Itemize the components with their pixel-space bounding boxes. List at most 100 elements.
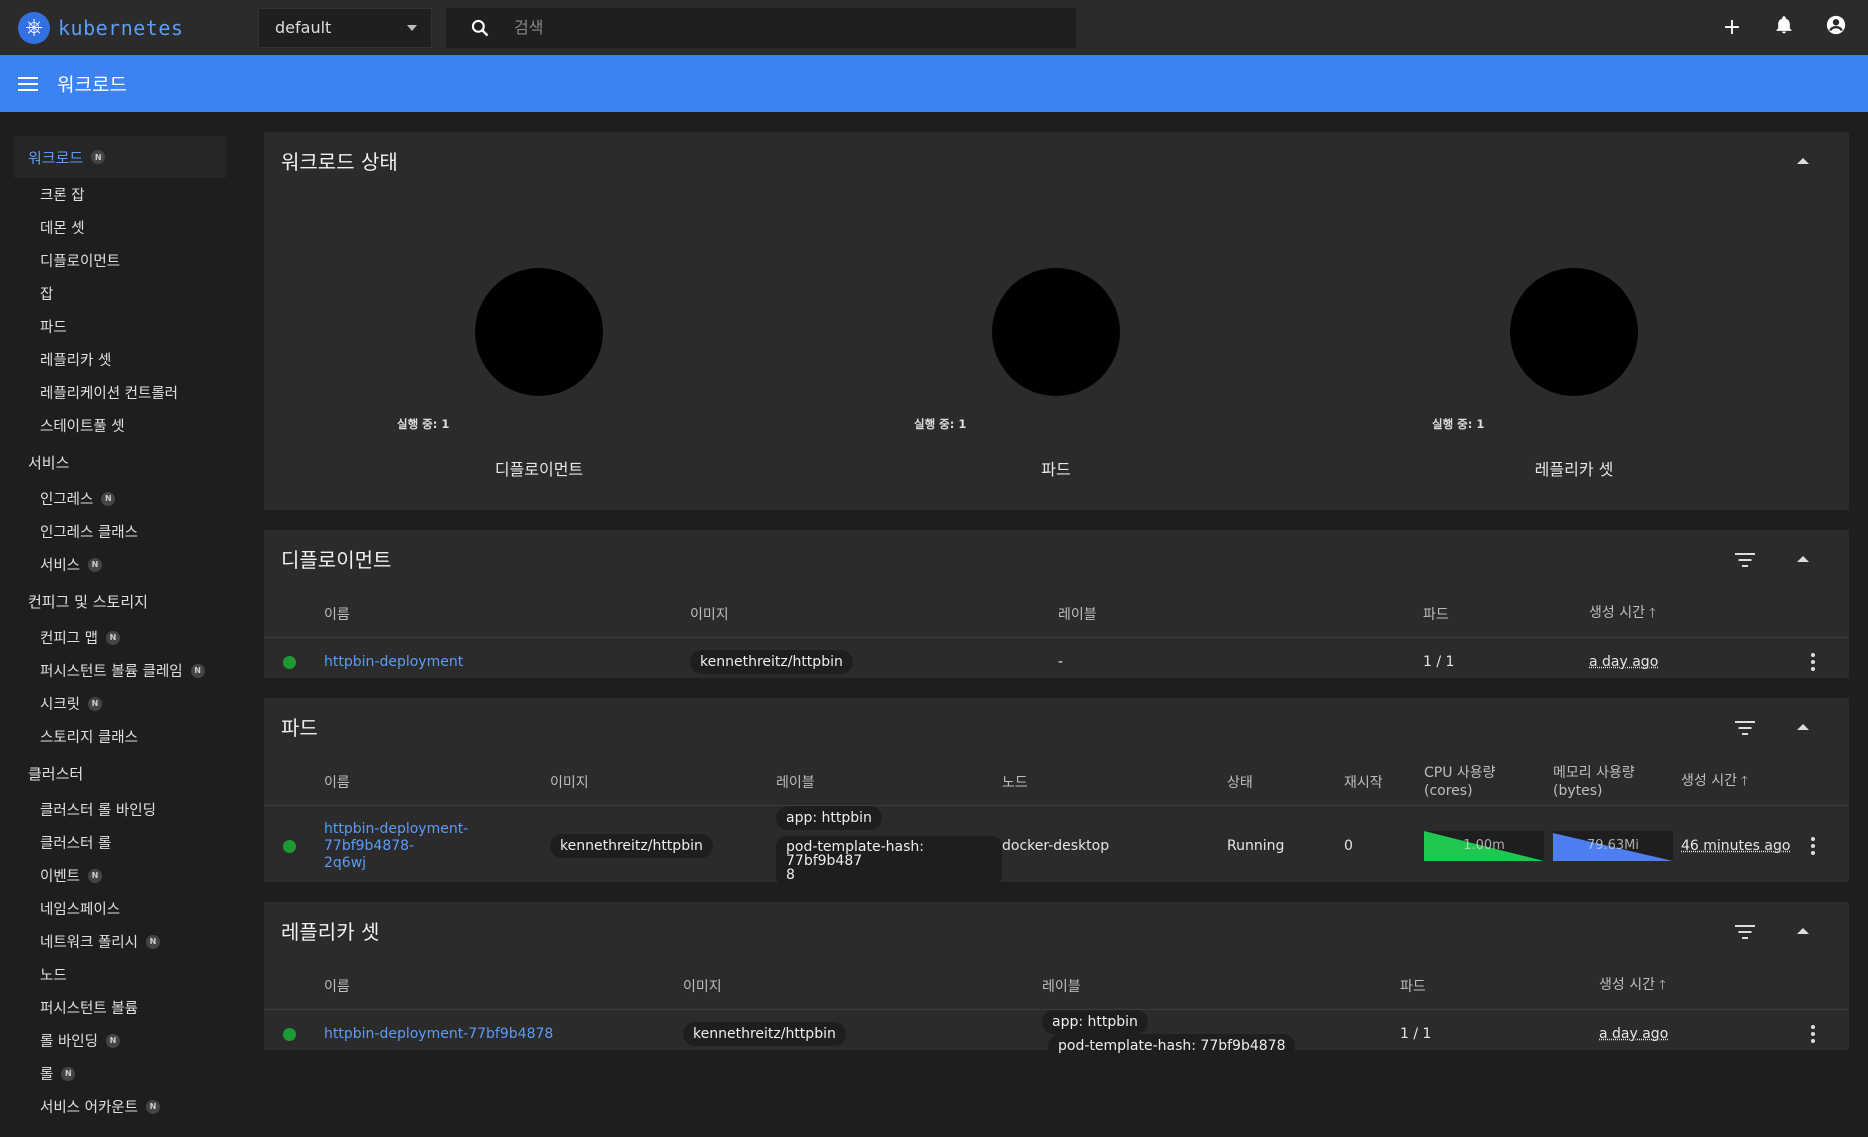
sidebar-group-cluster[interactable]: 클러스터 bbox=[0, 753, 240, 793]
namespaced-badge: N bbox=[61, 1066, 76, 1081]
sidebar-item-storageclasses[interactable]: 스토리지 클래스 bbox=[0, 720, 240, 753]
column-name[interactable]: 이름 bbox=[324, 760, 550, 805]
card-title: 레플리카 셋 bbox=[281, 920, 380, 944]
search-box bbox=[446, 7, 1076, 48]
sidebar-item-clusterrolebindings[interactable]: 클러스터 롤 바인딩 bbox=[0, 793, 240, 826]
sidebar-item-persistentvolumes[interactable]: 퍼시스턴트 볼륨 bbox=[0, 991, 240, 1024]
caret-down-icon bbox=[407, 24, 417, 31]
namespace-select[interactable]: default bbox=[258, 7, 432, 48]
column-status[interactable]: 상태 bbox=[1227, 760, 1344, 805]
chart-legend: 실행 중: 1 bbox=[397, 417, 450, 431]
label-chip: pod-template-hash: 77bf9b4878 bbox=[1048, 1034, 1296, 1059]
sidebar-item-rolebindings[interactable]: 롤 바인딩 N bbox=[0, 1024, 240, 1057]
created-age: a day ago bbox=[1599, 1026, 1669, 1043]
sidebar-group-config[interactable]: 컨피그 및 스토리지 bbox=[0, 581, 240, 621]
namespaced-badge: N bbox=[88, 696, 103, 711]
filter-icon[interactable] bbox=[1735, 721, 1755, 735]
sidebar-item-jobs[interactable]: 잡 bbox=[0, 277, 240, 310]
namespaced-badge: N bbox=[91, 150, 106, 164]
sidebar-item-secrets[interactable]: 시크릿 N bbox=[0, 687, 240, 720]
memory-value: 79.63Mi bbox=[1586, 838, 1640, 854]
table-row: httpbin-deployment-77bf9b4878 kennethrei… bbox=[264, 1009, 1849, 1059]
deployment-name-link[interactable]: httpbin-deployment bbox=[324, 654, 463, 670]
column-created[interactable]: 생성 시간 🡑 bbox=[1599, 964, 1799, 1009]
notifications-bell-icon[interactable] bbox=[1772, 14, 1796, 42]
replicasets-card: 레플리카 셋 이름 이미지 레이블 파드 생성 시간 🡑 httpbin-depl… bbox=[264, 902, 1849, 1059]
column-created[interactable]: 생성 시간 🡑 bbox=[1589, 592, 1799, 637]
sidebar-item-replicationcontrollers[interactable]: 레플리케이션 컨트롤러 bbox=[0, 376, 240, 409]
collapse-icon[interactable] bbox=[1797, 724, 1809, 730]
labels-value: - bbox=[1058, 654, 1064, 671]
sidebar-item-clusterroles[interactable]: 클러스터 롤 bbox=[0, 826, 240, 859]
sidebar-group-services[interactable]: 서비스 bbox=[0, 442, 240, 482]
status-running-icon bbox=[283, 655, 296, 669]
sidebar-group-workloads[interactable]: 워크로드 N bbox=[14, 136, 226, 178]
created-age: 46 minutes ago bbox=[1681, 838, 1791, 855]
collapse-icon[interactable] bbox=[1797, 158, 1809, 164]
collapse-icon[interactable] bbox=[1797, 556, 1809, 562]
column-labels: 레이블 bbox=[776, 775, 815, 792]
donut-chart bbox=[992, 268, 1120, 396]
sidebar-item-deployments[interactable]: 디플로이먼트 bbox=[0, 244, 240, 277]
sidebar: 워크로드 N 크론 잡 데몬 셋 디플로이먼트 잡 파드 레플리카 셋 레플리케이… bbox=[0, 112, 240, 1137]
column-restarts[interactable]: 재시작 bbox=[1344, 760, 1424, 805]
sidebar-item-serviceaccounts[interactable]: 서비스 어카운트 N bbox=[0, 1090, 240, 1123]
label-chip: app: httpbin bbox=[1042, 1010, 1148, 1035]
memory-sparkline: 79.63Mi bbox=[1553, 831, 1673, 862]
column-created[interactable]: 생성 시간 🡑 bbox=[1681, 760, 1799, 805]
sidebar-item-pods[interactable]: 파드 bbox=[0, 310, 240, 343]
filter-icon[interactable] bbox=[1735, 553, 1755, 567]
workload-status-card: 워크로드 상태 실행 중: 1 디플로이먼트 실행 중: 1 파드 실행 중: … bbox=[264, 132, 1849, 510]
column-name[interactable]: 이름 bbox=[324, 592, 690, 637]
add-icon[interactable]: + bbox=[1720, 15, 1744, 40]
sidebar-item-statefulsets[interactable]: 스테이트풀 셋 bbox=[0, 409, 240, 442]
menu-icon[interactable] bbox=[18, 76, 38, 91]
namespaced-badge: N bbox=[101, 491, 116, 506]
collapse-icon[interactable] bbox=[1797, 928, 1809, 934]
sidebar-item-events[interactable]: 이벤트 N bbox=[0, 859, 240, 892]
more-vert-icon[interactable] bbox=[1811, 837, 1815, 856]
pod-name-link[interactable]: httpbin-deployment-77bf9b4878- 2q6wj bbox=[324, 821, 468, 871]
sidebar-item-networkpolicies[interactable]: 네트워크 폴리시 N bbox=[0, 925, 240, 958]
account-circle-icon[interactable] bbox=[1824, 14, 1848, 42]
pods-count: 1 / 1 bbox=[1423, 654, 1455, 671]
sidebar-item-roles[interactable]: 롤N bbox=[0, 1057, 240, 1090]
sidebar-item-cronjobs[interactable]: 크론 잡 bbox=[0, 178, 240, 211]
top-bar: ⎈ kubernetes default + bbox=[0, 0, 1868, 55]
sidebar-item-namespaces[interactable]: 네임스페이스 bbox=[0, 892, 240, 925]
sidebar-item-ingressclasses[interactable]: 인그레스 클래스 bbox=[0, 515, 240, 548]
column-name[interactable]: 이름 bbox=[324, 964, 683, 1009]
sidebar-item-configmaps[interactable]: 컨피그 맵N bbox=[0, 621, 240, 654]
more-vert-icon[interactable] bbox=[1811, 653, 1815, 672]
sidebar-item-nodes[interactable]: 노드 bbox=[0, 958, 240, 991]
more-vert-icon[interactable] bbox=[1811, 1025, 1815, 1044]
cpu-sparkline: 1.00m bbox=[1424, 831, 1544, 862]
column-node[interactable]: 노드 bbox=[1002, 760, 1227, 805]
page-title: 워크로드 bbox=[57, 74, 127, 96]
column-pods: 파드 bbox=[1400, 979, 1426, 996]
top-actions: + bbox=[1720, 0, 1848, 55]
card-title: 파드 bbox=[281, 716, 318, 740]
sidebar-item-services[interactable]: 서비스 N bbox=[0, 548, 240, 581]
column-cpu: CPU 사용량 (cores) bbox=[1424, 765, 1496, 800]
search-input[interactable] bbox=[514, 18, 1014, 37]
logo-text: kubernetes bbox=[58, 15, 184, 40]
sidebar-item-daemonsets[interactable]: 데몬 셋 bbox=[0, 211, 240, 244]
search-icon bbox=[471, 19, 489, 36]
image-chip: kennethreitz/httpbin bbox=[690, 650, 853, 675]
filter-icon[interactable] bbox=[1735, 925, 1755, 939]
sidebar-item-ingresses[interactable]: 인그레스 N bbox=[0, 482, 240, 515]
namespaced-badge: N bbox=[146, 934, 160, 949]
sidebar-item-pvcs[interactable]: 퍼시스턴트 볼륨 클레임 N bbox=[0, 654, 240, 687]
deployments-status-chart bbox=[389, 268, 689, 396]
namespaced-badge: N bbox=[190, 663, 205, 678]
column-images: 이미지 bbox=[550, 775, 589, 792]
column-labels: 레이블 bbox=[1042, 979, 1081, 996]
sidebar-item-replicasets[interactable]: 레플리카 셋 bbox=[0, 343, 240, 376]
namespaced-badge: N bbox=[146, 1099, 160, 1114]
pods-status-chart bbox=[906, 268, 1206, 396]
breadcrumb-bar: 워크로드 bbox=[0, 55, 1868, 112]
kubernetes-logo[interactable]: ⎈ kubernetes bbox=[18, 11, 258, 44]
replicaset-name-link[interactable]: httpbin-deployment-77bf9b4878 bbox=[324, 1026, 553, 1042]
table-header-row: 이름 이미지 레이블 파드 생성 시간 🡑 bbox=[264, 964, 1849, 1009]
